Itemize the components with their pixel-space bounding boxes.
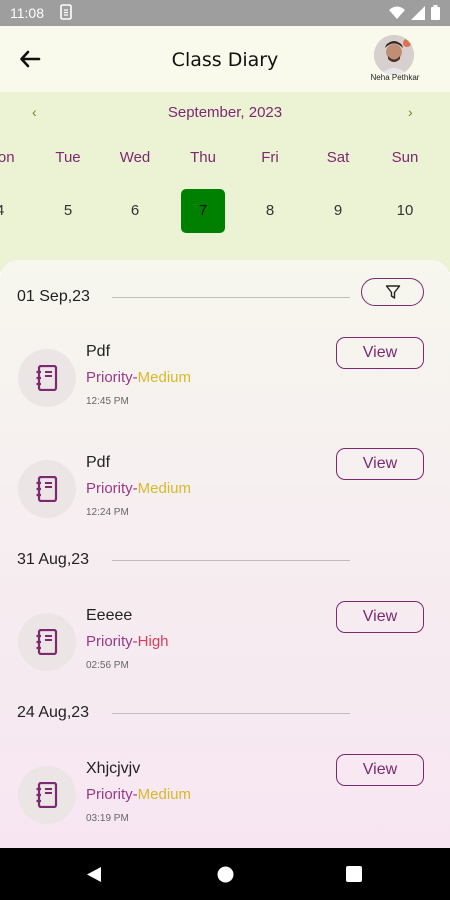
notebook-icon [36, 476, 58, 502]
view-button[interactable]: View [336, 448, 424, 480]
entry-time: 12:45 PM [86, 396, 129, 407]
day-name-sun: Sun [391, 149, 419, 166]
entry-priority: Priority-High [86, 633, 169, 650]
day-6[interactable]: 6 [113, 189, 157, 233]
day-name-thu: Thu [190, 149, 216, 166]
view-button[interactable]: View [336, 601, 424, 633]
signal-icon [411, 5, 425, 20]
day-7-selected[interactable]: 7 [181, 189, 225, 233]
priority-value: Medium [137, 480, 192, 497]
nav-home-icon[interactable] [217, 866, 234, 883]
divider [112, 297, 350, 298]
sim-icon [60, 4, 72, 20]
entry-time: 12:24 PM [86, 507, 129, 518]
list-item: Pdf Priority-Medium 12:24 PM View [0, 448, 450, 545]
list-item: Xhjcjvjv Priority-Medium 03:19 PM View [0, 754, 450, 851]
notebook-icon [36, 782, 58, 808]
nav-back-icon[interactable] [86, 866, 102, 883]
day-name-mon: Mon [0, 149, 15, 166]
list-item: Eeeee Priority-High 02:56 PM View [0, 601, 450, 698]
system-nav-bar [0, 848, 450, 900]
diary-list: 01 Sep,23 Pdf Priority-Medium 12:45 PM V… [0, 260, 450, 848]
entry-title: Xhjcjvjv [86, 760, 141, 777]
day-name-sat: Sat [326, 149, 350, 166]
priority-label: Priority- [86, 633, 138, 650]
list-item: Pdf Priority-Medium 12:45 PM View [0, 337, 450, 434]
status-time: 11:08 [10, 5, 44, 21]
status-bar: 11:08 [0, 0, 450, 26]
priority-label: Priority- [86, 369, 138, 386]
entry-title: Eeeee [86, 607, 133, 624]
date-header: 31 Aug,23 [17, 551, 90, 568]
wifi-icon [389, 6, 405, 19]
entry-icon-circle [18, 460, 76, 518]
view-button[interactable]: View [336, 337, 424, 369]
date-header: 01 Sep,23 [17, 288, 90, 305]
day-name-wed: Wed [119, 149, 151, 166]
divider [112, 713, 350, 714]
status-icons [389, 5, 440, 20]
entry-title: Pdf [86, 454, 111, 471]
user-name: Neha Pethkar [370, 73, 420, 82]
view-button[interactable]: View [336, 754, 424, 786]
day-5[interactable]: 5 [46, 189, 90, 233]
entry-icon-circle [18, 613, 76, 671]
next-month-button[interactable]: › [408, 104, 413, 120]
priority-value: High [137, 633, 169, 650]
entry-priority: Priority-Medium [86, 369, 191, 386]
avatar[interactable] [374, 35, 414, 75]
entry-title: Pdf [86, 343, 111, 360]
priority-value: Medium [137, 369, 192, 386]
day-9[interactable]: 9 [316, 189, 360, 233]
user-photo-icon [374, 35, 414, 75]
nav-recents-icon[interactable] [346, 866, 362, 882]
day-10[interactable]: 10 [383, 189, 427, 233]
entry-time: 03:19 PM [86, 813, 129, 824]
priority-label: Priority- [86, 480, 138, 497]
filter-button[interactable] [361, 278, 424, 306]
date-header: 24 Aug,23 [17, 704, 90, 721]
entry-priority: Priority-Medium [86, 480, 191, 497]
day-name-tue: Tue [55, 149, 81, 166]
entry-icon-circle [18, 349, 76, 407]
app-header: Class Diary Neha Pethkar [0, 26, 450, 92]
day-8[interactable]: 8 [248, 189, 292, 233]
day-name-fri: Fri [261, 149, 279, 166]
entry-priority: Priority-Medium [86, 786, 191, 803]
priority-label: Priority- [86, 786, 138, 803]
calendar-strip: ‹ September, 2023 › Mon Tue Wed Thu Fri … [0, 92, 450, 272]
filter-icon [385, 285, 401, 299]
battery-icon [431, 5, 440, 20]
month-label: September, 2023 [167, 104, 283, 121]
priority-value: Medium [137, 786, 192, 803]
entry-time: 02:56 PM [86, 660, 129, 671]
entry-icon-circle [18, 766, 76, 824]
notebook-icon [36, 365, 58, 391]
divider [112, 560, 350, 561]
notebook-icon [36, 629, 58, 655]
day-4[interactable]: 4 [0, 189, 22, 233]
